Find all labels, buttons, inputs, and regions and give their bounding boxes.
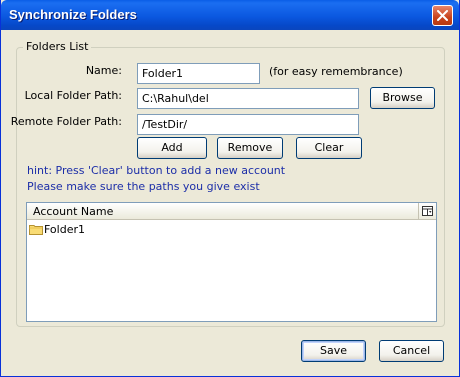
column-picker-button[interactable] xyxy=(418,203,436,219)
local-folder-path-field[interactable]: C:\Rahul\del xyxy=(137,88,359,109)
window-title: Synchronize Folders xyxy=(9,7,137,22)
column-picker-icon xyxy=(422,206,433,216)
row-account-name: Folder1 xyxy=(44,223,85,236)
local-folder-path-label: Local Folder Path: xyxy=(24,89,122,102)
name-field[interactable]: Folder1 xyxy=(137,63,260,84)
remote-folder-path-field[interactable]: /TestDir/ xyxy=(137,114,359,135)
close-button[interactable] xyxy=(432,5,453,26)
title-bar[interactable]: Synchronize Folders xyxy=(1,0,459,30)
name-label: Name: xyxy=(85,64,122,77)
add-button[interactable]: Add xyxy=(137,137,207,159)
table-header: Account Name xyxy=(27,203,436,220)
remove-button[interactable]: Remove xyxy=(217,137,283,159)
folder-icon xyxy=(29,225,43,235)
save-button[interactable]: Save xyxy=(301,340,366,362)
close-icon xyxy=(437,10,448,21)
dialog-window: Synchronize Folders Folders List Name: F… xyxy=(0,0,460,377)
folders-list-legend: Folders List xyxy=(23,40,92,53)
column-header-account-name[interactable]: Account Name xyxy=(33,205,113,218)
hint-text: hint: Press 'Clear' button to add a new … xyxy=(27,164,286,177)
browse-button[interactable]: Browse xyxy=(370,87,435,109)
accounts-table[interactable]: Account Name Folder1 xyxy=(26,202,437,322)
cancel-button[interactable]: Cancel xyxy=(379,340,444,362)
clear-button[interactable]: Clear xyxy=(296,137,362,159)
paths-warning-text: Please make sure the paths you give exis… xyxy=(27,180,260,193)
name-hint: (for easy remembrance) xyxy=(269,65,403,78)
remote-folder-path-label: Remote Folder Path: xyxy=(10,115,122,128)
